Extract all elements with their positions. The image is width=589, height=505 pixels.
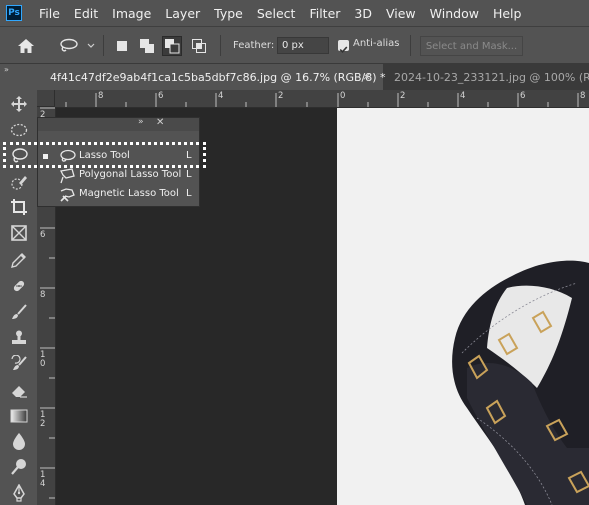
brush-tool-icon[interactable] <box>7 301 31 323</box>
menu-window[interactable]: Window <box>423 6 486 21</box>
highlight-annotation <box>3 142 206 168</box>
quick-selection-tool-icon[interactable] <box>7 171 31 193</box>
shortcut-key: L <box>186 169 192 180</box>
menu-file[interactable]: File <box>32 6 67 21</box>
flyout-item-polygonal-lasso[interactable]: Polygonal Lasso Tool L <box>38 166 199 185</box>
close-icon[interactable]: ✕ <box>156 117 164 128</box>
history-brush-tool-icon[interactable] <box>7 353 31 375</box>
ruler-label: 6 <box>40 230 46 240</box>
ruler-label: 6 <box>520 91 526 101</box>
flyout-item-label: Polygonal Lasso Tool <box>79 169 182 180</box>
ruler-label: 1 0 <box>40 350 46 369</box>
tab-label: 4f41c47df2e9ab4f1ca1c5ba5dbf7c86.jpg @ 1… <box>50 70 386 84</box>
menu-edit[interactable]: Edit <box>67 6 105 21</box>
document-tab-bar: 4f41c47df2e9ab4f1ca1c5ba5dbf7c86.jpg @ 1… <box>37 64 589 90</box>
feather-input[interactable]: 0 px <box>277 37 329 54</box>
select-and-mask-button[interactable]: Select and Mask... <box>420 36 523 56</box>
horizontal-ruler[interactable]: 8 6 4 2 0 2 4 6 8 <box>55 90 589 108</box>
home-icon[interactable] <box>17 27 35 64</box>
ruler-origin[interactable] <box>37 90 55 107</box>
intersect-selection-button[interactable] <box>189 36 209 56</box>
dodge-tool-icon[interactable] <box>7 456 31 478</box>
photoshop-logo-icon: Ps <box>6 5 22 21</box>
shortcut-key: L <box>186 188 192 199</box>
polygonal-lasso-icon <box>60 168 75 184</box>
ruler-label: 4 <box>218 91 224 101</box>
ruler-label: 2 <box>400 91 406 101</box>
ruler-label: 6 <box>158 91 164 101</box>
eyedropper-tool-icon[interactable] <box>7 249 31 271</box>
menu-help[interactable]: Help <box>486 6 529 21</box>
ruler-label: 1 2 <box>40 410 46 429</box>
crop-tool-icon[interactable] <box>7 196 31 218</box>
magnetic-lasso-icon <box>60 188 75 202</box>
ruler-label: 0 <box>340 91 346 101</box>
marquee-tool-icon[interactable] <box>7 119 31 141</box>
move-tool-icon[interactable] <box>7 93 31 115</box>
ruler-label: 1 4 <box>40 470 46 489</box>
menu-bar: Ps File Edit Image Layer Type Select Fil… <box>0 0 589 26</box>
menu-type[interactable]: Type <box>207 6 250 21</box>
flyout-item-label: Magnetic Lasso Tool <box>79 188 179 199</box>
subtract-from-selection-button[interactable] <box>162 36 182 56</box>
clone-stamp-tool-icon[interactable] <box>7 327 31 349</box>
antialias-label: Anti-alias <box>353 38 400 49</box>
ruler-label: 4 <box>460 91 466 101</box>
antialias-checkbox[interactable] <box>338 40 349 53</box>
flyout-item-magnetic-lasso[interactable]: Magnetic Lasso Tool L <box>38 185 199 204</box>
tab-close-icon[interactable]: × <box>362 70 371 83</box>
lasso-icon <box>60 38 95 51</box>
ruler-label: 8 <box>98 91 104 101</box>
menu-image[interactable]: Image <box>105 6 158 21</box>
tab-label: 2024-10-23_233121.jpg @ 100% (RGB/8 <box>394 70 589 84</box>
gradient-tool-icon[interactable] <box>7 405 31 427</box>
menu-3d[interactable]: 3D <box>347 6 379 21</box>
options-separator <box>410 35 411 56</box>
options-separator <box>220 35 221 56</box>
toolbox: » <box>0 64 37 505</box>
tab-document-2[interactable]: 2024-10-23_233121.jpg @ 100% (RGB/8 <box>384 64 589 90</box>
collapse-chevron-icon[interactable]: » <box>4 65 9 74</box>
tab-document-1[interactable]: 4f41c47df2e9ab4f1ca1c5ba5dbf7c86.jpg @ 1… <box>37 64 386 90</box>
add-to-selection-button[interactable] <box>137 36 157 56</box>
ruler-label: 8 <box>40 290 46 300</box>
blur-tool-icon[interactable] <box>7 430 31 452</box>
horizontal-ruler-ticks <box>65 93 579 107</box>
tool-preset-picker[interactable] <box>58 27 96 64</box>
collapse-icon[interactable]: » <box>138 117 144 127</box>
pen-tool-icon[interactable] <box>7 482 31 504</box>
menu-layer[interactable]: Layer <box>158 6 207 21</box>
ruler-label: 2 <box>278 91 284 101</box>
frame-tool-icon[interactable] <box>7 222 31 244</box>
feather-label: Feather: <box>233 40 275 51</box>
options-separator <box>103 35 104 56</box>
menu-select[interactable]: Select <box>250 6 303 21</box>
menu-view[interactable]: View <box>379 6 423 21</box>
menu-filter[interactable]: Filter <box>302 6 347 21</box>
flyout-header: » ✕ <box>38 117 199 131</box>
ruler-label: 8 <box>580 91 586 101</box>
document-image[interactable] <box>337 108 589 505</box>
healing-brush-tool-icon[interactable] <box>7 275 31 297</box>
options-bar: Feather: 0 px Anti-alias Select and Mask… <box>0 26 589 64</box>
scarf-photo <box>337 108 589 505</box>
eraser-tool-icon[interactable] <box>7 379 31 401</box>
new-selection-button[interactable] <box>112 36 132 56</box>
